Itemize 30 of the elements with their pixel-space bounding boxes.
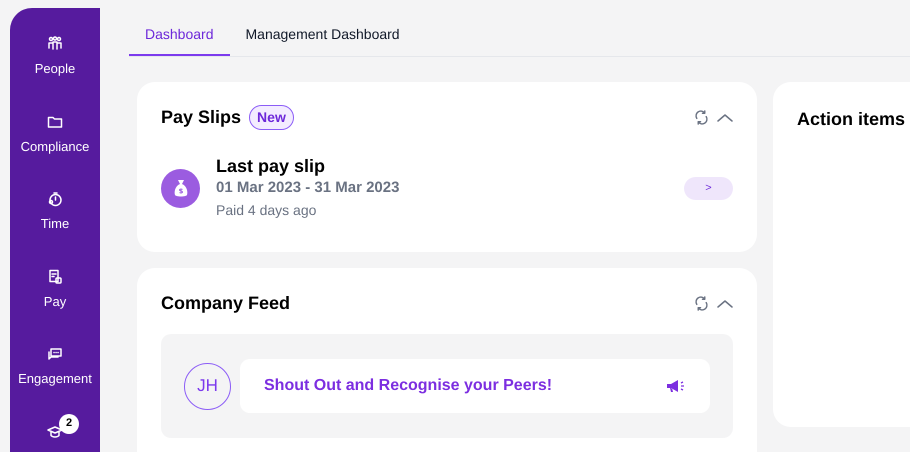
graduation-cap-icon [47,424,63,440]
collapse-icon[interactable] [717,298,733,308]
paid-date: Paid 4 days ago [216,201,318,220]
nav-item[interactable] [47,424,63,440]
nav-item[interactable]: Time [40,191,70,234]
card-title: Action items [797,109,906,129]
nav-item[interactable]: Compliance [20,114,90,156]
nav-item[interactable]: Engagement [18,346,92,388]
people-icon [46,36,63,52]
tab[interactable]: Management Dashboard [230,24,416,56]
item-title: Last pay slip [216,155,326,177]
card-title: Company Feed [161,292,290,315]
avatar: JH [184,362,231,410]
nav-item[interactable]: People [34,36,76,78]
chat-icon [46,346,63,362]
megaphone-icon [666,379,686,393]
open-button[interactable]: > [684,176,733,200]
refresh-icon[interactable] [694,110,709,125]
card-title: Pay Slips [161,106,242,129]
stopwatch-icon [47,191,63,207]
money-bag-icon [161,168,200,208]
refresh-icon[interactable] [694,296,709,311]
tab[interactable]: Dashboard [129,24,230,56]
new-badge: New [249,105,294,130]
notification-badge: 2 [59,414,79,434]
collapse-icon[interactable] [717,112,733,122]
shout-out-button[interactable]: Shout Out and Recognise your Peers! [240,359,710,413]
nav-item[interactable]: Pay [44,268,66,311]
pay-period: 01 Mar 2023 - 31 Mar 2023 [216,178,400,198]
document-icon [47,268,63,284]
